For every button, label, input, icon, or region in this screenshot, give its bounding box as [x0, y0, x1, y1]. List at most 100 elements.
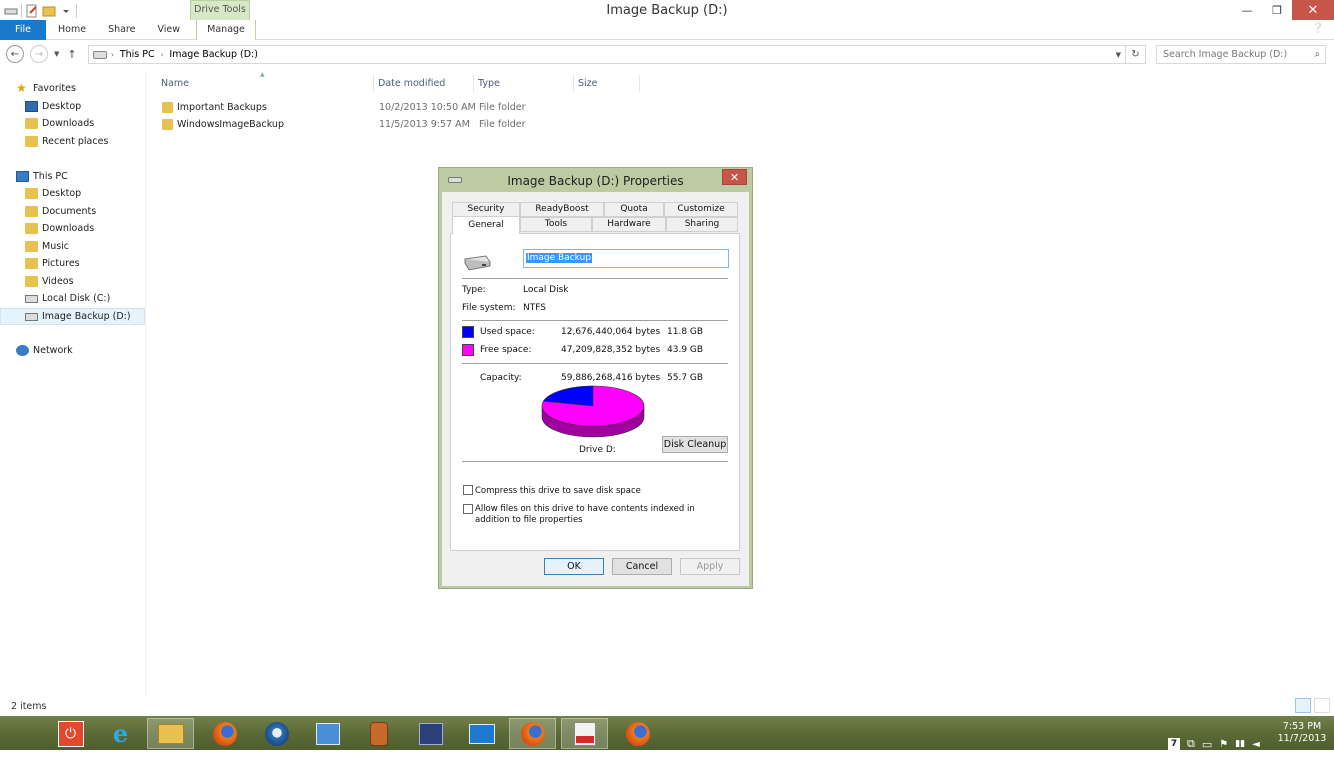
taskbar-file-explorer[interactable] [147, 718, 194, 749]
help-icon[interactable]: ❔ [1312, 23, 1324, 34]
tab-home[interactable]: Home [46, 20, 96, 40]
tab-manage[interactable]: Manage [196, 20, 257, 40]
tab-readyboost[interactable]: ReadyBoost [520, 202, 604, 217]
app-icon [369, 721, 388, 746]
index-checkbox[interactable] [463, 504, 473, 514]
apply-button[interactable]: Apply [680, 558, 740, 575]
nav-network[interactable]: Network [16, 342, 144, 359]
tray-volume-icon[interactable]: ◄ [1252, 739, 1260, 750]
tab-security[interactable]: Security [452, 202, 520, 217]
nav-pc-image-backup[interactable]: Image Backup (D:) [0, 308, 145, 325]
nav-label: Music [42, 241, 70, 252]
refresh-icon: ↻ [1131, 49, 1140, 60]
taskbar-firefox-3[interactable] [614, 718, 661, 749]
tab-tools[interactable]: Tools [520, 217, 592, 232]
dialog-body: Security ReadyBoost Quota Customize Gene… [442, 192, 749, 586]
breadcrumb-this-pc[interactable]: This PC [120, 49, 155, 60]
nav-fav-desktop[interactable]: Desktop [25, 98, 144, 115]
compress-checkbox[interactable] [463, 485, 473, 495]
clock-time: 7:53 PM [1282, 721, 1322, 732]
nav-pc-videos[interactable]: Videos [25, 273, 144, 290]
forward-button[interactable]: → [30, 45, 48, 63]
tab-view[interactable]: View [145, 20, 190, 40]
taskbar: ⏻ e 7 ⧉ ▭ ⚑ ▮▮ ◄ 7:53 PM 11/7/2013 [0, 716, 1334, 751]
downloads-folder-icon [25, 118, 38, 129]
index-label: Allow files on this drive to have conten… [475, 504, 695, 525]
refresh-button[interactable]: ↻ [1126, 45, 1146, 64]
breadcrumb-image-backup[interactable]: Image Backup (D:) [169, 49, 258, 60]
ok-button[interactable]: OK [544, 558, 604, 575]
column-header-type[interactable]: Type [474, 75, 574, 92]
arrow-left-icon: ← [10, 48, 20, 60]
drive-label-input[interactable]: Image Backup [523, 249, 729, 268]
recent-places-icon [25, 136, 38, 147]
nav-pc-local-disk[interactable]: Local Disk (C:) [25, 290, 144, 307]
thunderbird-icon [264, 721, 289, 746]
nav-this-pc[interactable]: This PC [16, 168, 144, 185]
divider [462, 278, 728, 279]
nav-fav-recent-places[interactable]: Recent places [25, 133, 144, 150]
taskbar-internet-explorer[interactable]: e [97, 718, 144, 749]
properties-dialog: Image Backup (D:) Properties ✕ Security … [438, 167, 753, 589]
tab-share[interactable]: Share [96, 20, 145, 40]
taskbar-pdf-app[interactable] [561, 718, 608, 749]
nav-pc-music[interactable]: Music [25, 238, 144, 255]
nav-pc-desktop[interactable]: Desktop [25, 185, 144, 202]
column-header-size[interactable]: Size [574, 75, 640, 92]
taskbar-audio-app[interactable] [407, 718, 454, 749]
disk-cleanup-button[interactable]: Disk Cleanup [662, 436, 728, 453]
capacity-bytes: 59,886,268,416 bytes [561, 373, 661, 383]
nav-pc-downloads[interactable]: Downloads [25, 220, 144, 237]
tab-quota[interactable]: Quota [604, 202, 664, 217]
nav-favorites[interactable]: ★ Favorites [16, 80, 144, 97]
file-row[interactable]: Important Backups 10/2/2013 10:50 AM Fil… [157, 99, 577, 116]
address-bar[interactable]: › This PC › Image Backup (D:) ▼ [88, 45, 1126, 64]
close-button[interactable]: ✕ [1292, 0, 1334, 20]
nav-label: Favorites [33, 83, 76, 94]
chevron-right-icon: › [111, 50, 114, 59]
taskbar-shutdown-app[interactable]: ⏻ [47, 718, 94, 749]
restore-button[interactable]: ❐ [1262, 0, 1292, 20]
recent-locations-button[interactable]: ▼ [54, 50, 59, 58]
details-view-icon[interactable] [1295, 698, 1311, 713]
ribbon-tabs: File Home Share View Manage ❔ [0, 20, 1334, 40]
file-type: File folder [479, 119, 526, 130]
nav-label: This PC [33, 171, 68, 182]
tray-signal-icon[interactable]: ▮▮ [1235, 739, 1245, 749]
address-dropdown-icon[interactable]: ▼ [1116, 51, 1121, 59]
tray-monitor-icon[interactable]: ▭ [1202, 738, 1212, 751]
taskbar-firefox-2[interactable] [509, 718, 556, 749]
taskbar-task-manager[interactable] [458, 718, 505, 749]
tray-network-share-icon[interactable]: ⧉ [1187, 737, 1195, 751]
nav-pc-documents[interactable]: Documents [25, 203, 144, 220]
back-button[interactable]: ← [6, 45, 24, 63]
taskbar-app-orange[interactable] [355, 718, 402, 749]
cancel-button[interactable]: Cancel [612, 558, 672, 575]
capacity-gb: 55.7 GB [667, 373, 704, 383]
pdf-icon [573, 721, 596, 746]
tab-hardware[interactable]: Hardware [592, 217, 666, 232]
file-row[interactable]: WindowsImageBackup 11/5/2013 9:57 AM Fil… [157, 116, 577, 133]
tray-flag-icon[interactable]: ⚑ [1219, 739, 1228, 750]
tray-app-icon[interactable]: 7 [1168, 738, 1180, 750]
minimize-button[interactable]: — [1232, 0, 1262, 20]
nav-label: Desktop [42, 188, 82, 199]
nav-fav-downloads[interactable]: Downloads [25, 115, 144, 132]
column-header-date[interactable]: Date modified [374, 75, 474, 92]
taskbar-firefox-1[interactable] [201, 718, 248, 749]
dialog-close-button[interactable]: ✕ [722, 169, 747, 185]
tab-file[interactable]: File [0, 20, 46, 40]
column-label: Date modified [378, 78, 446, 89]
network-icon [16, 345, 29, 356]
taskbar-control-panel[interactable] [304, 718, 351, 749]
up-button[interactable]: ↑ [67, 48, 76, 61]
taskbar-thunderbird[interactable] [253, 718, 300, 749]
tab-sharing[interactable]: Sharing [666, 217, 738, 232]
used-space-gb: 11.8 GB [667, 327, 704, 337]
nav-pc-pictures[interactable]: Pictures [25, 255, 144, 272]
search-input[interactable]: Search Image Backup (D:) ⌕ [1156, 45, 1326, 64]
tab-general[interactable]: General [452, 216, 520, 234]
large-icons-view-icon[interactable] [1314, 698, 1330, 713]
column-header-name[interactable]: Name ▲ [157, 71, 374, 92]
tab-customize[interactable]: Customize [664, 202, 738, 217]
